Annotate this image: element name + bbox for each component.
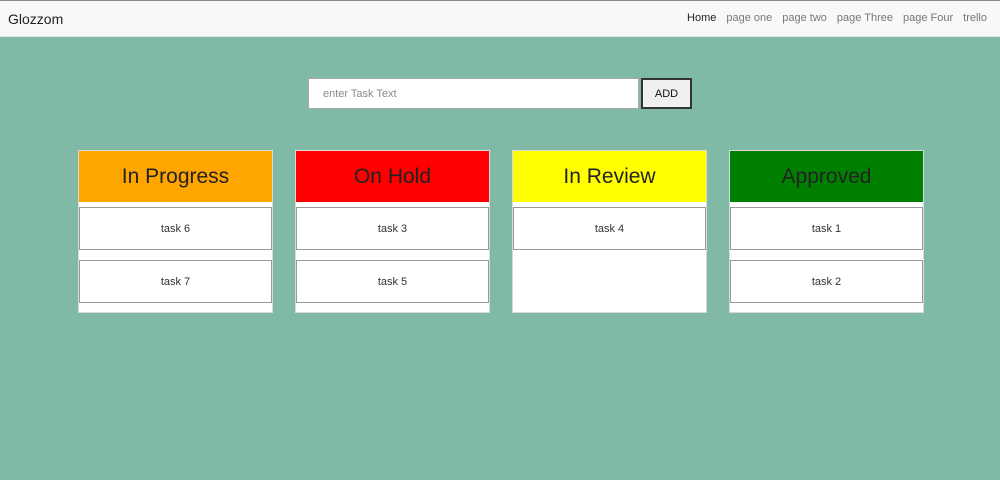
nav-link-page-one[interactable]: page one (726, 12, 772, 24)
column-header: In Review (513, 151, 706, 202)
add-task-button[interactable]: ADD (641, 78, 692, 109)
nav-link-page-three[interactable]: page Three (837, 12, 893, 24)
column-header: Approved (730, 151, 923, 202)
task-card[interactable]: task 6 (79, 207, 272, 250)
task-card[interactable]: task 7 (79, 260, 272, 303)
task-text-input[interactable] (308, 78, 639, 109)
column-header: In Progress (79, 151, 272, 202)
task-card[interactable]: task 2 (730, 260, 923, 303)
kanban-board: In Progress task 6 task 7 On Hold task 3… (78, 150, 924, 313)
top-navbar: Glozzom Home page one page two page Thre… (0, 0, 1000, 37)
column-approved[interactable]: Approved task 1 task 2 (729, 150, 924, 313)
nav-link-page-two[interactable]: page two (782, 12, 827, 24)
column-header: On Hold (296, 151, 489, 202)
nav-link-home[interactable]: Home (687, 12, 716, 24)
nav-link-page-four[interactable]: page Four (903, 12, 953, 24)
nav-links: Home page one page two page Three page F… (687, 12, 987, 24)
task-card[interactable]: task 5 (296, 260, 489, 303)
column-in-review[interactable]: In Review task 4 (512, 150, 707, 313)
column-in-progress[interactable]: In Progress task 6 task 7 (78, 150, 273, 313)
task-card[interactable]: task 4 (513, 207, 706, 250)
task-card[interactable]: task 3 (296, 207, 489, 250)
task-form: ADD (308, 78, 692, 109)
column-on-hold[interactable]: On Hold task 3 task 5 (295, 150, 490, 313)
nav-link-trello[interactable]: trello (963, 12, 987, 24)
brand-link[interactable]: Glozzom (8, 11, 63, 27)
task-card[interactable]: task 1 (730, 207, 923, 250)
